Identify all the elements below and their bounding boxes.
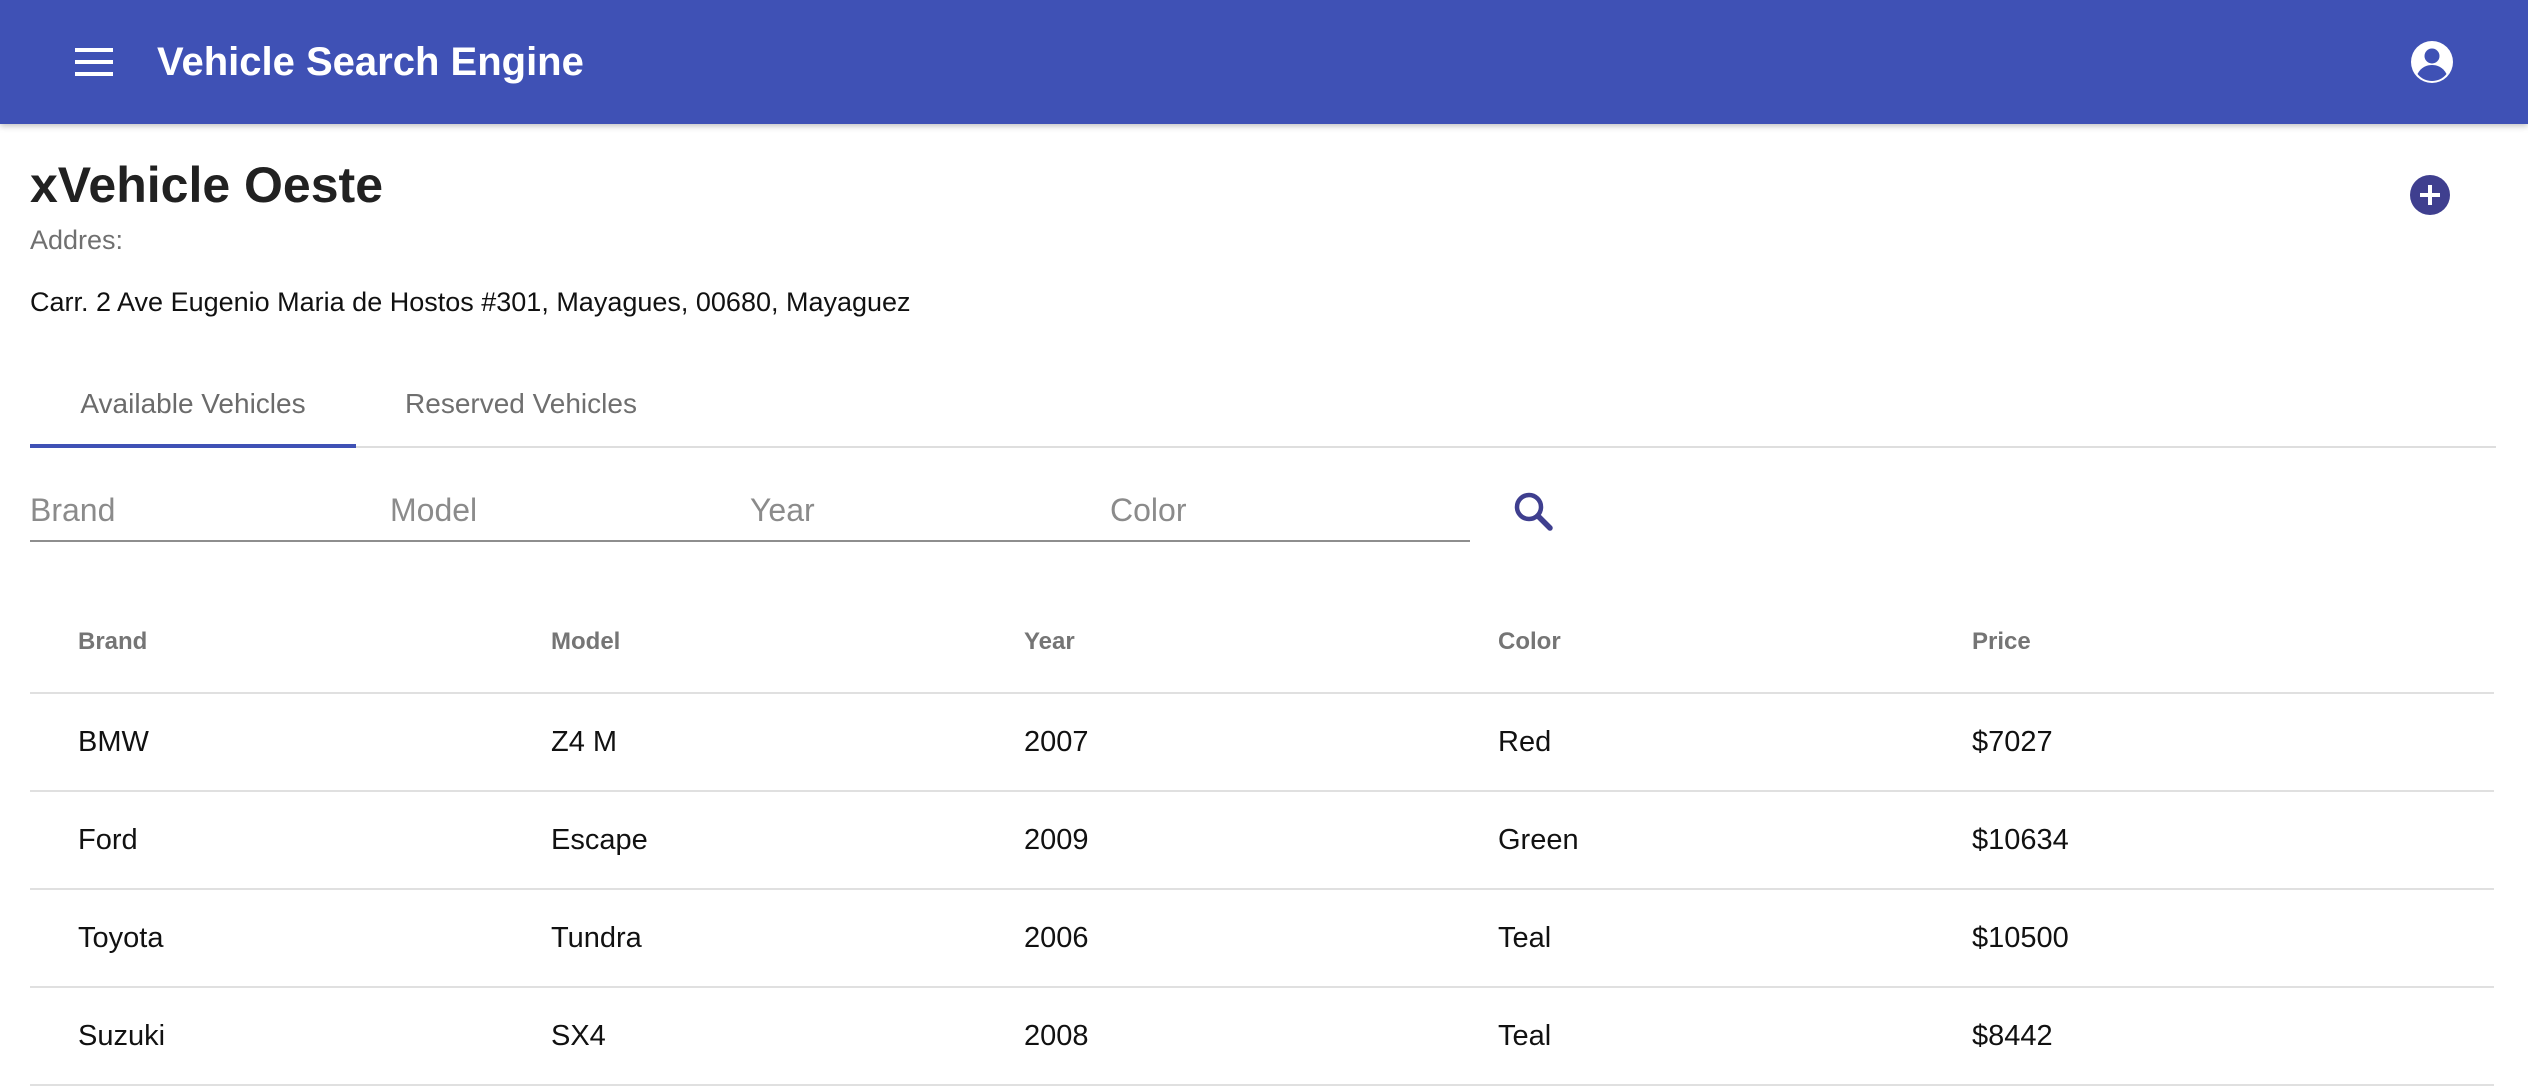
header-year[interactable]: Year	[1024, 592, 1075, 692]
active-tab-indicator	[30, 444, 356, 448]
tab-available-vehicles[interactable]: Available Vehicles	[30, 362, 356, 448]
cell-price: $10634	[1972, 823, 2069, 856]
tab-label: Reserved Vehicles	[405, 388, 637, 419]
cell-brand: Ford	[78, 823, 138, 856]
model-filter	[390, 480, 750, 542]
table-row[interactable]: Ford Escape 2009 Green $10634	[30, 792, 2494, 890]
year-filter	[750, 480, 1110, 542]
cell-price: $10500	[1972, 921, 2069, 954]
brand-input[interactable]	[30, 486, 390, 534]
cell-year: 2008	[1024, 1019, 1089, 1052]
account-button[interactable]	[2406, 36, 2458, 88]
cell-price: $7027	[1972, 725, 2053, 758]
table-row[interactable]: BMW Z4 M 2007 Red $7027	[30, 694, 2494, 792]
header-brand[interactable]: Brand	[78, 592, 147, 692]
search-button[interactable]	[1508, 486, 1560, 538]
table-row[interactable]: Suzuki SX4 2008 Teal $8442	[30, 988, 2494, 1086]
search-icon	[1514, 492, 1553, 531]
add-circle-icon	[2410, 175, 2450, 215]
cell-brand: BMW	[78, 725, 149, 758]
menu-icon	[75, 48, 113, 76]
color-filter	[1110, 480, 1470, 542]
cell-color: Teal	[1498, 1019, 1552, 1052]
vehicles-table: Brand Model Year Color Price BMW Z4 M 20…	[30, 592, 2494, 1086]
cell-color: Red	[1498, 725, 1552, 758]
cell-brand: Suzuki	[78, 1019, 166, 1052]
cell-brand: Toyota	[78, 921, 164, 954]
address-label: Addres:	[30, 225, 124, 255]
year-input[interactable]	[750, 486, 1110, 534]
cell-color: Green	[1498, 823, 1579, 856]
cell-year: 2009	[1024, 823, 1089, 856]
cell-model: SX4	[551, 1019, 606, 1052]
cell-year: 2007	[1024, 725, 1089, 758]
cell-price: $8442	[1972, 1019, 2053, 1052]
cell-model: Escape	[551, 823, 648, 856]
account-circle-icon	[2411, 41, 2453, 83]
cell-model: Z4 M	[551, 725, 618, 758]
vehicle-tabs: Available Vehicles Reserved Vehicles	[30, 362, 2496, 448]
brand-filter	[30, 480, 390, 542]
app-title: Vehicle Search Engine	[157, 40, 584, 84]
header-color[interactable]: Color	[1498, 592, 1561, 692]
header-model[interactable]: Model	[551, 592, 620, 692]
store-name: xVehicle Oeste	[30, 157, 384, 213]
color-input[interactable]	[1110, 486, 1470, 534]
cell-color: Teal	[1498, 921, 1552, 954]
cell-model: Tundra	[551, 921, 642, 954]
model-input[interactable]	[390, 486, 750, 534]
add-vehicle-button[interactable]	[2409, 174, 2451, 216]
table-header: Brand Model Year Color Price	[30, 592, 2494, 694]
app-bar: Vehicle Search Engine	[0, 0, 2528, 124]
cell-year: 2006	[1024, 921, 1089, 954]
header-price[interactable]: Price	[1972, 592, 2031, 692]
tab-label: Available Vehicles	[80, 388, 306, 419]
menu-button[interactable]	[66, 40, 122, 84]
address-value: Carr. 2 Ave Eugenio Maria de Hostos #301…	[30, 287, 911, 317]
table-row[interactable]: Toyota Tundra 2006 Teal $10500	[30, 890, 2494, 988]
tab-reserved-vehicles[interactable]: Reserved Vehicles	[356, 362, 686, 446]
